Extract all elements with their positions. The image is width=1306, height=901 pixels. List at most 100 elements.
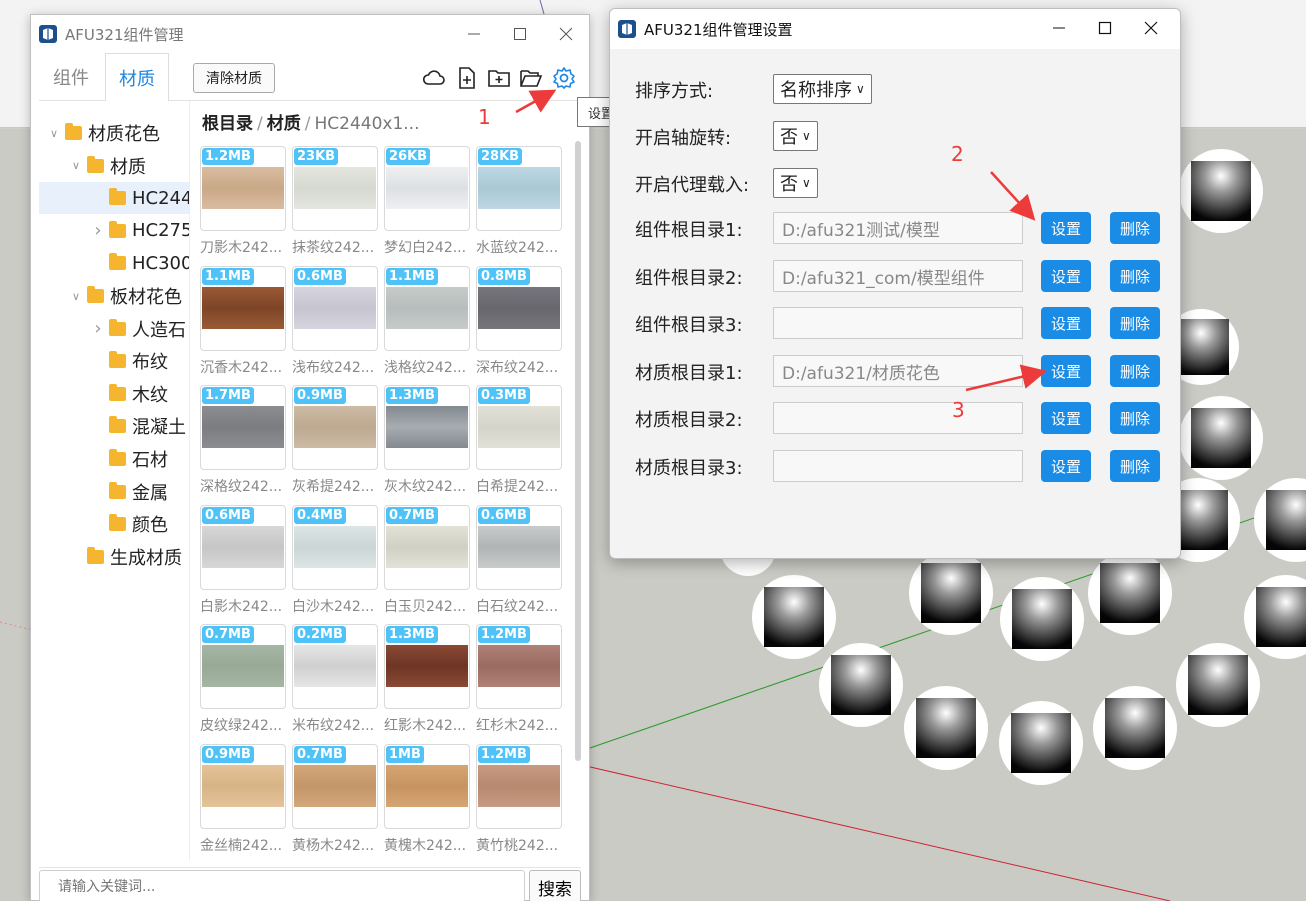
setting-dropdown[interactable]: 名称排序 ∨ (773, 74, 872, 104)
left-titlebar[interactable]: AFU321组件管理 (31, 15, 589, 53)
tree-item[interactable]: HC2440x1220 (39, 182, 189, 215)
material-tile[interactable]: 26KB 梦幻白242... (384, 146, 470, 257)
delete-directory-button[interactable]: 删除 (1110, 402, 1160, 434)
tree-item[interactable]: 颜色 (39, 508, 189, 540)
chevron-down-icon[interactable]: ∨ (69, 290, 83, 303)
tree-item[interactable]: 布纹 (39, 345, 189, 377)
maximize-button[interactable] (497, 15, 543, 53)
material-thumbnail[interactable]: 0.6MB (292, 265, 378, 351)
chevron-down-icon[interactable]: ∨ (69, 159, 83, 172)
delete-directory-button[interactable]: 删除 (1110, 307, 1160, 339)
material-thumbnail[interactable]: 0.6MB (476, 504, 562, 590)
directory-path-field[interactable]: D:/afu321/材质花色 (773, 355, 1023, 387)
tree-item[interactable]: HC3000x1220 (39, 247, 189, 279)
material-thumbnail[interactable]: 0.9MB (200, 744, 286, 829)
tree-item[interactable]: ∨ 板材花色 (39, 280, 189, 312)
set-directory-button[interactable]: 设置 (1041, 212, 1091, 244)
material-thumbnail[interactable]: 0.7MB (384, 504, 470, 590)
tab-component[interactable]: 组件 (39, 53, 103, 101)
material-tile[interactable]: 0.4MB 白沙木242... (292, 504, 378, 616)
material-thumbnail[interactable]: 0.8MB (476, 265, 562, 351)
tree-item[interactable]: 混凝土 (39, 410, 189, 442)
material-thumbnail[interactable]: 26KB (384, 146, 470, 231)
material-thumbnail[interactable]: 0.6MB (200, 504, 286, 590)
directory-path-field[interactable] (773, 450, 1023, 482)
directory-path-field[interactable] (773, 402, 1023, 434)
clear-material-button[interactable]: 清除材质 (193, 63, 275, 93)
material-tile[interactable]: 0.9MB 金丝楠242... (200, 744, 286, 855)
chevron-down-icon[interactable]: ∨ (47, 127, 61, 140)
delete-directory-button[interactable]: 删除 (1110, 450, 1160, 482)
tree-item[interactable]: › HC2750x1220 (39, 215, 189, 247)
cloud-icon[interactable] (422, 66, 446, 90)
maximize-button[interactable] (1082, 9, 1128, 47)
material-tile[interactable]: 0.2MB 米布纹242... (292, 624, 378, 735)
settings-titlebar[interactable]: AFU321组件管理设置 (610, 9, 1180, 49)
material-thumbnail[interactable]: 1MB (384, 744, 470, 829)
chevron-right-icon[interactable]: › (91, 318, 105, 339)
material-thumbnail[interactable]: 1.3MB (384, 385, 470, 471)
delete-directory-button[interactable]: 删除 (1110, 355, 1160, 387)
minimize-button[interactable] (451, 15, 497, 53)
tree-item[interactable]: 木纹 (39, 378, 189, 410)
search-input[interactable] (39, 870, 525, 901)
tree-item[interactable]: › 人造石 (39, 313, 189, 345)
material-thumbnail[interactable]: 0.4MB (292, 504, 378, 590)
material-tile[interactable]: 1MB 黄槐木242... (384, 744, 470, 855)
setting-dropdown[interactable]: 否 ∨ (773, 121, 818, 151)
gear-icon[interactable] (552, 66, 576, 90)
material-tile[interactable]: 1.1MB 沉香木242... (200, 265, 286, 377)
material-tile[interactable]: 1.3MB 红影木242... (384, 624, 470, 735)
material-tile[interactable]: 1.7MB 深格纹242... (200, 385, 286, 496)
material-tile[interactable]: 28KB 水蓝纹242... (476, 146, 562, 257)
material-tile[interactable]: 23KB 抹茶纹242... (292, 146, 378, 257)
breadcrumb-material[interactable]: 材质 (267, 114, 301, 134)
new-folder-icon[interactable] (487, 66, 511, 90)
material-tile[interactable]: 0.7MB 白玉贝242... (384, 504, 470, 616)
material-thumbnail[interactable]: 1.3MB (384, 624, 470, 710)
search-button[interactable]: 搜索 (529, 870, 581, 901)
breadcrumb-root[interactable]: 根目录 (202, 114, 253, 134)
open-folder-icon[interactable] (519, 66, 543, 90)
setting-dropdown[interactable]: 否 ∨ (773, 168, 818, 198)
material-tile[interactable]: 0.7MB 黄杨木242... (292, 744, 378, 855)
material-thumbnail[interactable]: 1.2MB (200, 146, 286, 231)
material-tile[interactable]: 1.2MB 黄竹桃242... (476, 744, 562, 855)
tree-item[interactable]: 金属 (39, 476, 189, 508)
tree-item[interactable]: 生成材质 (39, 541, 189, 573)
chevron-right-icon[interactable]: › (91, 220, 105, 241)
set-directory-button[interactable]: 设置 (1041, 260, 1091, 292)
tab-material[interactable]: 材质 (105, 53, 169, 102)
material-tile[interactable]: 0.6MB 白影木242... (200, 504, 286, 616)
material-tile[interactable]: 0.9MB 灰希提242... (292, 385, 378, 496)
material-thumbnail[interactable]: 1.7MB (200, 385, 286, 471)
set-directory-button[interactable]: 设置 (1041, 450, 1091, 482)
set-directory-button[interactable]: 设置 (1041, 402, 1091, 434)
material-thumbnail[interactable]: 28KB (476, 146, 562, 231)
material-tile[interactable]: 1.3MB 灰木纹242... (384, 385, 470, 496)
new-file-icon[interactable] (455, 66, 479, 90)
material-tile[interactable]: 0.6MB 浅布纹242... (292, 265, 378, 377)
delete-directory-button[interactable]: 删除 (1110, 212, 1160, 244)
scrollbar[interactable] (575, 141, 581, 761)
material-thumbnail[interactable]: 0.7MB (292, 744, 378, 829)
material-tile[interactable]: 1.1MB 浅格纹242... (384, 265, 470, 377)
material-thumbnail[interactable]: 1.1MB (200, 265, 286, 351)
material-tile[interactable]: 1.2MB 刀影木242... (200, 146, 286, 257)
tree-item[interactable]: ∨ 材质花色 (39, 117, 189, 149)
material-tile[interactable]: 1.2MB 红杉木242... (476, 624, 562, 735)
close-button[interactable] (1128, 9, 1174, 47)
material-thumbnail[interactable]: 1.2MB (476, 624, 562, 710)
tree-item[interactable]: 石材 (39, 443, 189, 475)
material-thumbnail[interactable]: 0.2MB (292, 624, 378, 710)
folder-tree[interactable]: ∨ 材质花色 ∨ 材质 HC2440x1220 › HC2750x1220 HC3000x12… (39, 101, 190, 861)
material-thumbnail[interactable]: 23KB (292, 146, 378, 231)
set-directory-button[interactable]: 设置 (1041, 307, 1091, 339)
material-tile[interactable]: 0.8MB 深布纹242... (476, 265, 562, 377)
material-tile[interactable]: 0.7MB 皮纹绿242... (200, 624, 286, 735)
directory-path-field[interactable]: D:/afu321测试/模型 (773, 212, 1023, 244)
material-thumbnail[interactable]: 1.2MB (476, 744, 562, 829)
material-thumbnail[interactable]: 1.1MB (384, 265, 470, 351)
material-tile[interactable]: 0.3MB 白希提242... (476, 385, 562, 496)
material-tile[interactable]: 0.6MB 白石纹242... (476, 504, 562, 616)
